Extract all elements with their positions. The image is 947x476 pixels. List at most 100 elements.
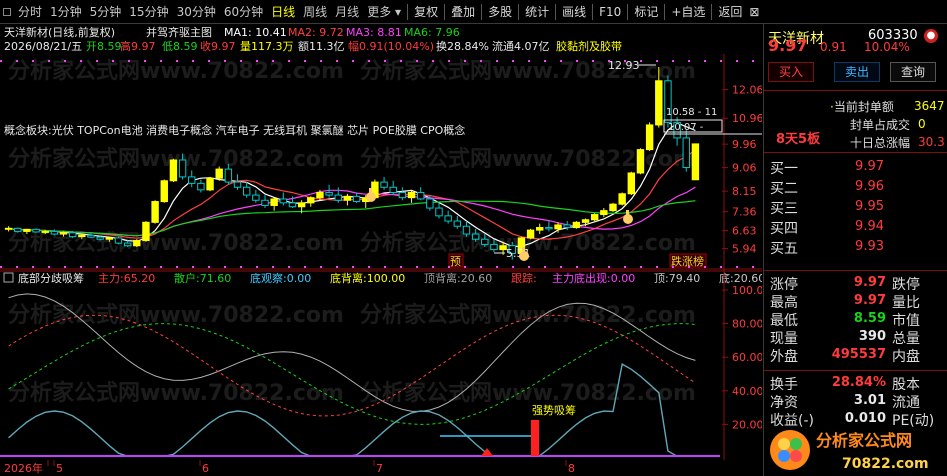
candle-body[interactable] <box>526 229 535 239</box>
candle-body[interactable] <box>169 159 178 182</box>
candle-body[interactable] <box>581 219 590 223</box>
candle-body[interactable] <box>416 191 425 200</box>
candle-body[interactable] <box>481 238 489 245</box>
candle-body[interactable] <box>407 191 416 199</box>
bar-concept[interactable]: 胶黏剂及胶带 <box>556 39 622 53</box>
bid-price[interactable]: 9.93 <box>836 239 884 254</box>
candle-body[interactable] <box>151 201 159 223</box>
window-icon[interactable] <box>3 7 11 16</box>
tag-zhangting[interactable]: 跌涨榜 <box>671 254 704 268</box>
candle-body[interactable] <box>297 202 306 208</box>
candle-body[interactable] <box>14 227 22 232</box>
candle-body[interactable] <box>197 182 205 191</box>
candle-body[interactable] <box>68 232 77 238</box>
tab-weekly[interactable]: 周线 <box>299 0 331 24</box>
candle-body[interactable] <box>334 194 342 201</box>
tag-yu[interactable]: 预 <box>450 255 461 268</box>
candle-body[interactable] <box>600 210 608 216</box>
tab-more[interactable]: 更多 ▾ <box>363 0 405 24</box>
query-button[interactable]: 查询 <box>890 62 936 82</box>
candle-body[interactable] <box>380 181 388 188</box>
candle-body[interactable] <box>636 149 645 174</box>
candle-body[interactable] <box>41 230 49 233</box>
candle-body[interactable] <box>142 221 150 242</box>
buy-button[interactable]: 买入 <box>768 62 814 82</box>
bid-price[interactable]: 9.96 <box>836 179 884 194</box>
sell-button[interactable]: 卖出 <box>834 62 880 82</box>
candle-body[interactable] <box>398 191 407 199</box>
candle-body[interactable] <box>691 143 700 181</box>
stats-button[interactable]: 统计 <box>521 0 553 24</box>
kline-chart[interactable]: 分析家公式网www.70822.com 分析家公式网www.70822.com … <box>0 24 762 270</box>
tab-30min[interactable]: 30分钟 <box>173 0 220 24</box>
candle-body[interactable] <box>462 225 471 235</box>
f10-button[interactable]: F10 <box>595 0 625 24</box>
candle-body[interactable] <box>105 237 114 240</box>
candle-body[interactable] <box>627 172 636 195</box>
candle-body[interactable] <box>572 221 581 229</box>
candle-body[interactable] <box>352 195 361 203</box>
candle-body[interactable] <box>554 224 562 230</box>
candle-body[interactable] <box>270 198 278 206</box>
candle-body[interactable] <box>536 227 544 231</box>
candle-body[interactable] <box>655 80 663 126</box>
candle-body[interactable] <box>178 159 187 178</box>
draw-line-button[interactable]: 画线 <box>558 0 590 24</box>
candle-body[interactable] <box>123 242 132 247</box>
candle-body[interactable] <box>590 214 599 221</box>
close-icon[interactable]: ⊠ <box>746 0 762 24</box>
candle-body[interactable] <box>453 220 462 227</box>
candle-body[interactable] <box>23 228 31 232</box>
candle-body[interactable] <box>490 243 498 251</box>
candle-body[interactable] <box>4 227 13 230</box>
candle-body[interactable] <box>87 234 95 238</box>
tab-daily[interactable]: 日线 <box>267 0 299 24</box>
tab-1min[interactable]: 1分钟 <box>46 0 86 24</box>
candle-body[interactable] <box>426 198 434 209</box>
bid-price[interactable]: 9.94 <box>836 219 884 234</box>
candle-body[interactable] <box>682 137 690 169</box>
candle-body[interactable] <box>78 234 86 238</box>
candle-body[interactable] <box>444 215 452 222</box>
candle-body[interactable] <box>96 236 104 240</box>
candle-body[interactable] <box>545 227 553 230</box>
candle-body[interactable] <box>389 186 397 193</box>
candle-body[interactable] <box>160 180 168 203</box>
multi-stock-button[interactable]: 多股 <box>484 0 516 24</box>
tab-fenshi[interactable]: 分时 <box>14 0 46 24</box>
bid-price[interactable]: 9.95 <box>836 199 884 214</box>
add-watchlist-button[interactable]: +自选 <box>667 0 709 24</box>
candle-body[interactable] <box>343 195 352 201</box>
candle-body[interactable] <box>252 194 260 201</box>
candle-body[interactable] <box>288 202 297 208</box>
candle-body[interactable] <box>114 237 123 244</box>
mark-button[interactable]: 标记 <box>630 0 662 24</box>
candle-body[interactable] <box>609 203 617 212</box>
candle-body[interactable] <box>233 181 242 188</box>
candle-body[interactable] <box>325 191 333 196</box>
indicator-name[interactable]: 底部分歧吸筹 <box>18 271 84 285</box>
tab-5min[interactable]: 5分钟 <box>86 0 126 24</box>
candle-body[interactable] <box>50 230 59 235</box>
candle-body[interactable] <box>224 168 233 183</box>
candle-body[interactable] <box>133 240 141 247</box>
candle-body[interactable] <box>261 199 269 206</box>
candle-body[interactable] <box>215 168 223 179</box>
tab-15min[interactable]: 15分钟 <box>125 0 172 24</box>
candle-body[interactable] <box>435 207 443 217</box>
candle-body[interactable] <box>618 193 626 205</box>
candle-body[interactable] <box>471 233 480 240</box>
candle-body[interactable] <box>242 186 251 196</box>
candle-body[interactable] <box>645 124 654 151</box>
tab-60min[interactable]: 60分钟 <box>220 0 267 24</box>
overlay-button[interactable]: 叠加 <box>447 0 479 24</box>
back-button[interactable]: 返回 <box>714 0 746 24</box>
candle-body[interactable] <box>59 232 68 235</box>
candle-body[interactable] <box>188 176 196 184</box>
indicator-chart[interactable]: 分析家公式网www.70822.com 分析家公式网www.70822.com … <box>0 270 762 476</box>
fuquan-button[interactable]: 复权 <box>410 0 442 24</box>
candle-body[interactable] <box>316 191 324 199</box>
candle-body[interactable] <box>279 198 288 204</box>
candle-body[interactable] <box>32 228 40 233</box>
candle-body[interactable] <box>307 197 315 204</box>
